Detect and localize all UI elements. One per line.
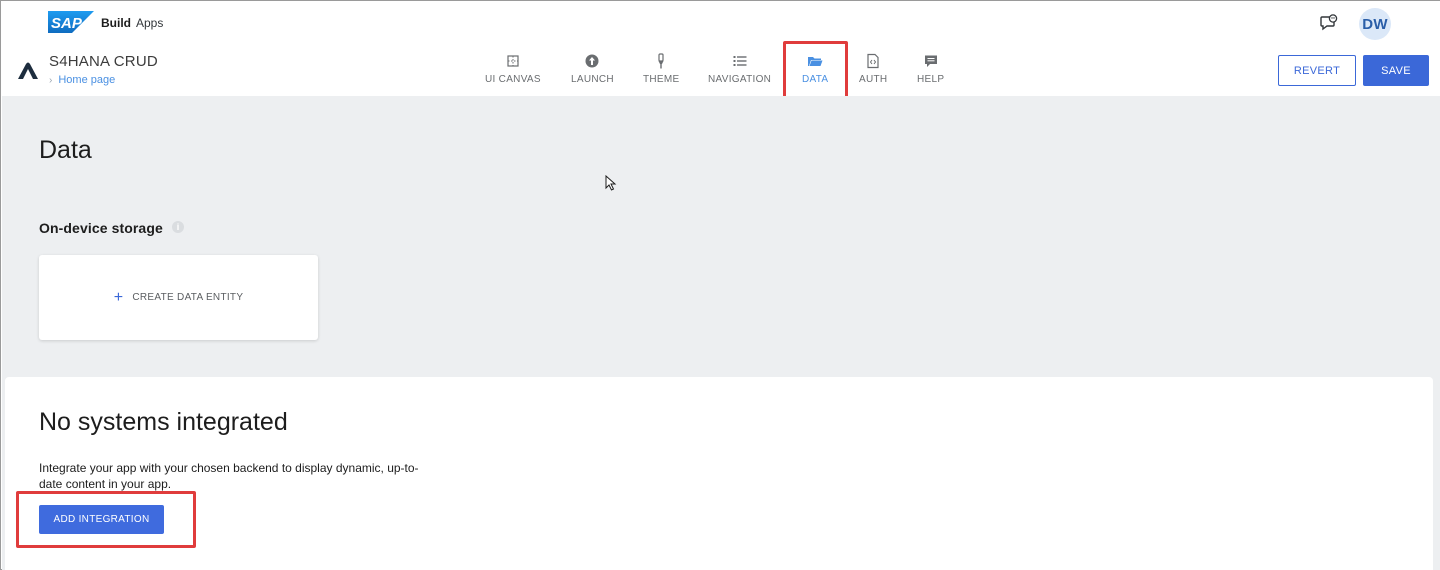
canvas-icon xyxy=(507,55,519,67)
tab-label: AUTH xyxy=(859,74,888,85)
create-data-entity-card[interactable]: + CREATE DATA ENTITY xyxy=(39,255,318,340)
integration-title: No systems integrated xyxy=(39,408,288,436)
folder-icon xyxy=(808,57,823,66)
revert-button[interactable]: REVERT xyxy=(1278,55,1356,86)
tab-ui-canvas[interactable]: UI CANVAS xyxy=(485,51,541,95)
app-title: S4HANA CRUD xyxy=(49,53,158,70)
shell-bar: SAP Build Apps DW xyxy=(1,1,1440,45)
save-button[interactable]: SAVE xyxy=(1363,55,1429,86)
sap-logo[interactable]: SAP xyxy=(48,11,94,33)
tab-label: THEME xyxy=(643,74,680,85)
app-header: S4HANA CRUD › Home page UI CANVAS LAUNCH xyxy=(1,41,1440,102)
create-data-entity-button[interactable]: + CREATE DATA ENTITY xyxy=(113,288,244,306)
add-integration-button[interactable]: ADD INTEGRATION xyxy=(39,505,164,534)
theme-icon xyxy=(658,53,664,69)
app-window: SAP Build Apps DW S4HANA CRUD › Home pag… xyxy=(0,0,1440,570)
tab-launch[interactable]: LAUNCH xyxy=(571,51,614,95)
info-icon[interactable]: i xyxy=(172,221,184,233)
sap-logo-text: SAP xyxy=(51,15,83,32)
product-subtitle: Apps xyxy=(136,16,164,30)
auth-file-icon xyxy=(867,53,879,69)
create-data-entity-label: CREATE DATA ENTITY xyxy=(132,292,244,303)
tab-help[interactable]: HELP xyxy=(917,51,944,95)
navigation-icon xyxy=(733,56,747,66)
plus-icon: + xyxy=(113,288,124,306)
integration-description: Integrate your app with your chosen back… xyxy=(39,461,419,491)
page-title: Data xyxy=(39,136,92,164)
tab-auth[interactable]: AUTH xyxy=(859,51,887,95)
app-logo-icon xyxy=(18,62,38,79)
mouse-cursor-icon xyxy=(605,175,617,191)
user-avatar[interactable]: DW xyxy=(1359,8,1391,40)
integration-panel: No systems integrated Integrate your app… xyxy=(5,377,1433,570)
feedback-icon[interactable] xyxy=(1320,14,1338,32)
launch-icon xyxy=(585,54,599,68)
tab-data[interactable]: DATA xyxy=(802,51,828,95)
product-name: Build xyxy=(101,16,131,30)
tab-label: LAUNCH xyxy=(571,74,614,85)
breadcrumb-page[interactable]: Home page xyxy=(58,74,115,86)
storage-section-label: On-device storage xyxy=(39,220,163,236)
tab-navigation[interactable]: NAVIGATION xyxy=(708,51,771,95)
breadcrumb[interactable]: › Home page xyxy=(49,74,115,86)
tab-theme[interactable]: THEME xyxy=(643,51,680,95)
tab-label: DATA xyxy=(802,74,829,85)
chevron-right-icon: › xyxy=(49,74,53,86)
tab-label: NAVIGATION xyxy=(708,74,772,85)
data-page: Data On-device storage i + CREATE DATA E… xyxy=(2,96,1440,570)
help-chat-icon xyxy=(924,55,937,67)
tab-label: UI CANVAS xyxy=(485,74,541,85)
tab-label: HELP xyxy=(917,74,945,85)
